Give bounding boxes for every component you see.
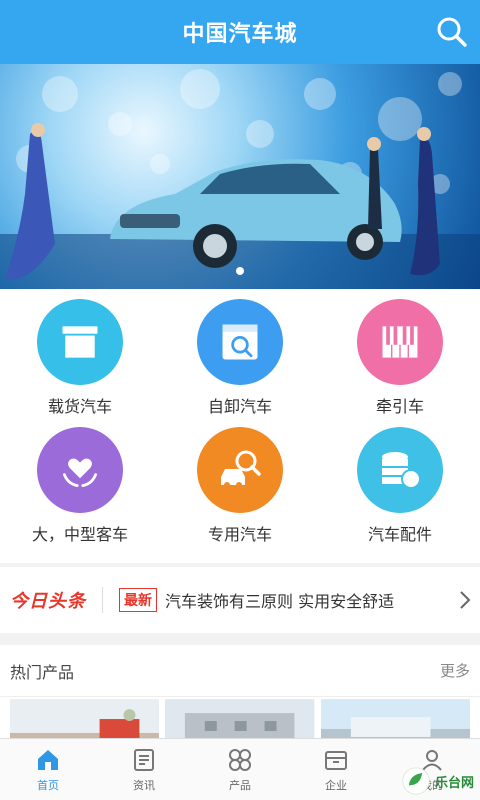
- category-label: 载货汽车: [47, 397, 112, 416]
- nav-label: 首页: [37, 778, 59, 792]
- more-link[interactable]: 更多: [440, 660, 470, 681]
- box-icon: [37, 299, 123, 385]
- car-search-icon: [197, 427, 283, 513]
- page-title: 中国汽车城: [182, 22, 298, 47]
- piano-keys-icon: [357, 299, 443, 385]
- search-icon[interactable]: [434, 14, 470, 50]
- headline-ticker[interactable]: 今日头条 最新 汽车装饰有三原则 实用安全舒适: [0, 567, 480, 633]
- category-label: 自卸汽车: [207, 397, 272, 416]
- app-screen: 中国汽车城 载货汽车 自卸汽车 牵引车 大，中型客车 专用汽车 汽车配件 今日头…: [0, 0, 480, 800]
- category-label: 专用汽车: [207, 525, 272, 544]
- leaf-logo-icon: [402, 767, 430, 795]
- category-label: 汽车配件: [367, 525, 432, 544]
- coins-stack-icon: [357, 427, 443, 513]
- nav-item-news[interactable]: 资讯: [96, 739, 192, 800]
- home-icon: [38, 749, 58, 770]
- nav-item-home[interactable]: 首页: [0, 739, 96, 800]
- category-auto-parts[interactable]: 汽车配件: [320, 427, 480, 555]
- headline-brand: 今日头条: [10, 591, 86, 612]
- grid-icon: [229, 748, 251, 771]
- carousel-dot[interactable]: [236, 267, 244, 275]
- category-bus[interactable]: 大，中型客车: [0, 427, 160, 555]
- category-label: 牵引车: [375, 397, 424, 416]
- site-watermark: 乐台网: [401, 766, 474, 796]
- category-cargo-truck[interactable]: 载货汽车: [0, 299, 160, 427]
- nav-label: 资讯: [133, 778, 155, 792]
- box-search-icon: [197, 299, 283, 385]
- nav-label: 企业: [325, 778, 347, 792]
- carousel-indicator: [0, 267, 480, 275]
- category-label: 大，中型客车: [31, 525, 128, 544]
- heart-hands-icon: [37, 427, 123, 513]
- app-header: 中国汽车城: [0, 0, 480, 64]
- headline-text[interactable]: 汽车装饰有三原则 实用安全舒适: [165, 588, 394, 612]
- category-dump-truck[interactable]: 自卸汽车: [160, 299, 320, 427]
- news-icon: [134, 748, 154, 771]
- section-title: 热门产品: [10, 662, 75, 682]
- building-icon: [325, 750, 347, 770]
- divider: [102, 587, 103, 613]
- nav-item-enterprise[interactable]: 企业: [288, 739, 384, 800]
- chevron-right-icon[interactable]: [458, 589, 472, 611]
- promo-banner[interactable]: [0, 64, 480, 289]
- nav-label: 产品: [229, 778, 251, 792]
- section-header: 热门产品 更多: [0, 645, 480, 697]
- category-tractor[interactable]: 牵引车: [320, 299, 480, 427]
- watermark-text: 乐台网: [434, 775, 474, 791]
- latest-badge: 最新: [119, 588, 157, 612]
- category-grid: 载货汽车 自卸汽车 牵引车 大，中型客车 专用汽车 汽车配件: [0, 289, 480, 563]
- nav-item-products[interactable]: 产品: [192, 739, 288, 800]
- banner-image: [0, 69, 480, 289]
- category-special-vehicle[interactable]: 专用汽车: [160, 427, 320, 555]
